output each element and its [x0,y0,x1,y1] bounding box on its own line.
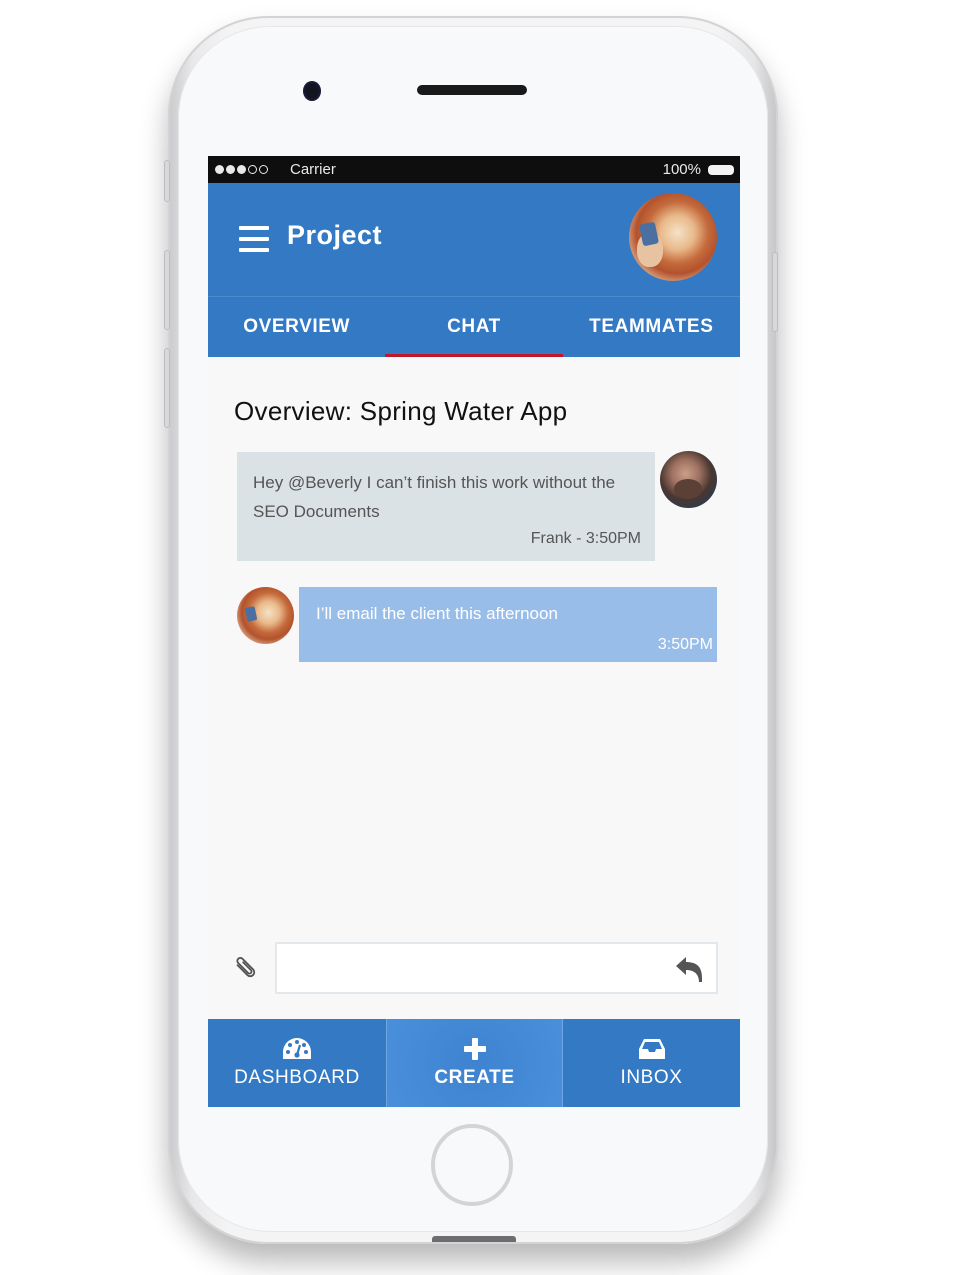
avatar-beverly[interactable] [237,587,294,644]
bottom-nav: DASHBOARD CREATE INBOX [208,1019,740,1107]
power-button [772,252,778,332]
volume-down-button [164,348,170,428]
message-incoming: Hey @Beverly I can’t finish this work wi… [237,452,655,561]
tab-overview[interactable]: OVERVIEW [208,297,385,357]
nav-label: INBOX [620,1067,683,1088]
carrier-name: Carrier [290,161,336,178]
tab-chat[interactable]: CHAT [385,297,563,357]
chat-title: Overview: Spring Water App [234,396,568,426]
nav-label: CREATE [434,1067,515,1088]
page-title: Project [287,220,383,250]
status-bar: Carrier 100% [208,156,740,183]
message-outgoing: I’ll email the client this afternoon 3:5… [299,587,717,662]
lightning-port [432,1236,516,1242]
message-text: I’ll email the client this afternoon [316,604,558,623]
message-input[interactable] [277,944,716,992]
message-meta: 3:50PM [657,636,713,653]
tab-bar: OVERVIEW CHAT TEAMMATES [208,296,740,357]
front-camera [303,81,321,101]
nav-inbox[interactable]: INBOX [563,1019,740,1107]
hamburger-menu-icon[interactable] [239,226,269,252]
user-avatar[interactable] [629,193,717,281]
battery-percent: 100% [662,161,701,178]
home-button[interactable] [431,1124,513,1206]
paperclip-icon[interactable] [232,954,260,982]
nav-create[interactable]: CREATE [386,1019,563,1107]
tab-teammates[interactable]: TEAMMATES [563,297,740,357]
plus-icon [463,1038,486,1060]
app-screen: Carrier 100% Project OVERVIEW CHAT TEAMM… [208,156,740,1107]
volume-up-button [164,250,170,330]
app-header: Project [208,183,740,296]
message-meta: Frank - 3:50PM [530,530,641,547]
nav-label: DASHBOARD [234,1067,360,1088]
avatar-frank[interactable] [660,451,717,508]
inbox-tray-icon [638,1039,665,1059]
battery-icon [708,164,734,175]
nav-dashboard[interactable]: DASHBOARD [208,1019,386,1107]
dashboard-gauge-icon [283,1038,311,1059]
signal-strength-icon [215,165,268,174]
earpiece-speaker [417,85,527,95]
message-text: Hey @Beverly I can’t finish this work wi… [253,473,616,521]
mute-switch [164,160,170,202]
reply-arrow-icon[interactable] [674,954,706,984]
message-compose [275,942,718,994]
